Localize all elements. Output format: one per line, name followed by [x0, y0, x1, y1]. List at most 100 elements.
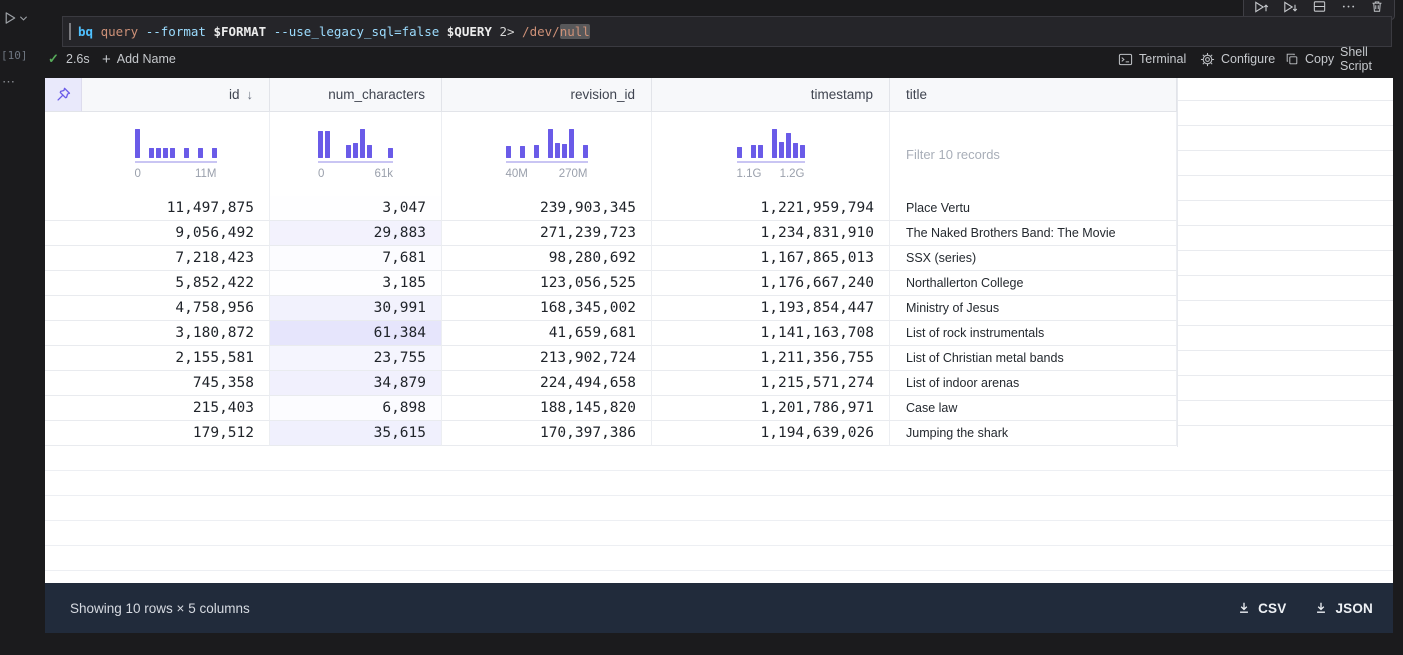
gutter-more-icon[interactable]: ⋯: [2, 74, 16, 90]
cell-num_characters[interactable]: 3,185: [270, 271, 442, 296]
column-header-timestamp[interactable]: timestamp: [652, 78, 890, 112]
pin-column-button[interactable]: [45, 78, 82, 112]
axis-tick-label: 0: [134, 167, 141, 180]
cell-revision_id[interactable]: 41,659,681: [442, 321, 652, 346]
cell-id[interactable]: 2,155,581: [82, 346, 270, 371]
code-token: query: [100, 24, 146, 39]
gridline: [1178, 225, 1393, 226]
terminal-button[interactable]: Terminal: [1118, 46, 1186, 72]
cell-title[interactable]: Case law: [890, 396, 1177, 421]
cell-timestamp[interactable]: 1,221,959,794: [652, 196, 890, 221]
cell-timestamp[interactable]: 1,176,667,240: [652, 271, 890, 296]
copy-button[interactable]: Copy: [1285, 46, 1334, 72]
cell-timestamp[interactable]: 1,234,831,910: [652, 221, 890, 246]
histogram-bar: [197, 147, 203, 158]
cell-num_characters[interactable]: 29,883: [270, 221, 442, 246]
cell-num_characters[interactable]: 35,615: [270, 421, 442, 446]
cell-num_characters[interactable]: 3,047: [270, 196, 442, 221]
gridline: [1178, 425, 1393, 426]
cell-revision_id[interactable]: 239,903,345: [442, 196, 652, 221]
histogram-bar: [533, 144, 539, 158]
download-csv-button[interactable]: CSV: [1237, 601, 1286, 616]
column-header-title[interactable]: title: [890, 78, 1177, 112]
cell-timestamp[interactable]: 1,201,786,971: [652, 396, 890, 421]
filter-records-input[interactable]: Filter 10 records: [890, 112, 1177, 196]
add-name-button[interactable]: + Add Name: [102, 46, 176, 72]
histogram-bars: [736, 128, 805, 158]
cell-num_characters[interactable]: 61,384: [270, 321, 442, 346]
run-cell-button[interactable]: [2, 8, 36, 28]
cell-title[interactable]: Place Vertu: [890, 196, 1177, 221]
execute-below-icon[interactable]: [1282, 0, 1298, 15]
cell-title[interactable]: List of indoor arenas: [890, 371, 1177, 396]
download-json-button[interactable]: JSON: [1314, 601, 1373, 616]
cell-id[interactable]: 9,056,492: [82, 221, 270, 246]
cell-revision_id[interactable]: 168,345,002: [442, 296, 652, 321]
cell-timestamp[interactable]: 1,194,639,026: [652, 421, 890, 446]
cell-id[interactable]: 5,852,422: [82, 271, 270, 296]
cell-id[interactable]: 215,403: [82, 396, 270, 421]
histogram-bar: [750, 144, 756, 158]
histogram-num-characters[interactable]: 0 61k: [270, 112, 442, 196]
table-footer: Showing 10 rows × 5 columns CSV JSON: [45, 583, 1393, 633]
cell-num_characters[interactable]: 23,755: [270, 346, 442, 371]
column-header-num-characters[interactable]: num_characters: [270, 78, 442, 112]
cell-revision_id[interactable]: 224,494,658: [442, 371, 652, 396]
histogram-revision-id[interactable]: 40M 270M: [442, 112, 652, 196]
cell-timestamp[interactable]: 1,141,163,708: [652, 321, 890, 346]
cell-num_characters[interactable]: 30,991: [270, 296, 442, 321]
cell-title[interactable]: Ministry of Jesus: [890, 296, 1177, 321]
cell-revision_id[interactable]: 213,902,724: [442, 346, 652, 371]
cell-revision_id[interactable]: 188,145,820: [442, 396, 652, 421]
column-header-id[interactable]: id ↓: [82, 78, 270, 112]
more-actions-icon[interactable]: [1340, 0, 1356, 15]
histogram-timestamp[interactable]: 1.1G 1.2G: [652, 112, 890, 196]
delete-cell-icon[interactable]: [1369, 0, 1385, 15]
export-actions: CSV JSON: [1237, 601, 1373, 616]
split-cell-icon[interactable]: [1311, 0, 1327, 15]
row-count-summary: Showing 10 rows × 5 columns: [70, 600, 250, 616]
column-header-revision-id[interactable]: revision_id: [442, 78, 652, 112]
cell-revision_id[interactable]: 271,239,723: [442, 221, 652, 246]
cell-timestamp[interactable]: 1,193,854,447: [652, 296, 890, 321]
cell-title[interactable]: The Naked Brothers Band: The Movie: [890, 221, 1177, 246]
row-spacer-cell: [45, 271, 82, 296]
cell-id[interactable]: 7,218,423: [82, 246, 270, 271]
cell-title[interactable]: Northallerton College: [890, 271, 1177, 296]
cell-id[interactable]: 4,758,956: [82, 296, 270, 321]
cell-timestamp[interactable]: 1,211,356,755: [652, 346, 890, 371]
histogram-axis-labels: 0 61k: [318, 168, 393, 180]
code-editor[interactable]: bq query --format $FORMAT --use_legacy_s…: [62, 16, 1392, 47]
gridline: [1178, 325, 1393, 326]
cell-timestamp[interactable]: 1,167,865,013: [652, 246, 890, 271]
cell-title[interactable]: Jumping the shark: [890, 421, 1177, 446]
cell-timestamp[interactable]: 1,215,571,274: [652, 371, 890, 396]
cell-revision_id[interactable]: 123,056,525: [442, 271, 652, 296]
histogram-bars: [318, 128, 393, 158]
histogram-bar: [353, 143, 358, 158]
histogram-bar: [736, 146, 742, 158]
cell-id[interactable]: 11,497,875: [82, 196, 270, 221]
configure-button[interactable]: Configure: [1200, 46, 1275, 72]
cell-num_characters[interactable]: 34,879: [270, 371, 442, 396]
gridline: [1178, 175, 1393, 176]
histogram-spacer: [45, 112, 82, 196]
cell-revision_id[interactable]: 98,280,692: [442, 246, 652, 271]
cell-title[interactable]: List of Christian metal bands: [890, 346, 1177, 371]
cell-id[interactable]: 179,512: [82, 421, 270, 446]
empty-row: [45, 471, 1393, 496]
execute-above-icon[interactable]: [1253, 0, 1269, 15]
cell-id[interactable]: 3,180,872: [82, 321, 270, 346]
cell-num_characters[interactable]: 6,898: [270, 396, 442, 421]
histogram-id[interactable]: 0 11M: [82, 112, 270, 196]
cell-num_characters[interactable]: 7,681: [270, 246, 442, 271]
cell-revision_id[interactable]: 170,397,386: [442, 421, 652, 446]
code-token: --format: [145, 24, 214, 39]
cell-title[interactable]: SSX (series): [890, 246, 1177, 271]
cell-id[interactable]: 745,358: [82, 371, 270, 396]
cell-title[interactable]: List of rock instrumentals: [890, 321, 1177, 346]
histogram-bar: [778, 141, 784, 158]
results-table: id ↓ num_characters revision_id timestam…: [45, 78, 1393, 583]
histogram-bar: [757, 144, 763, 158]
shell-script-label[interactable]: Shell Script: [1340, 45, 1403, 73]
